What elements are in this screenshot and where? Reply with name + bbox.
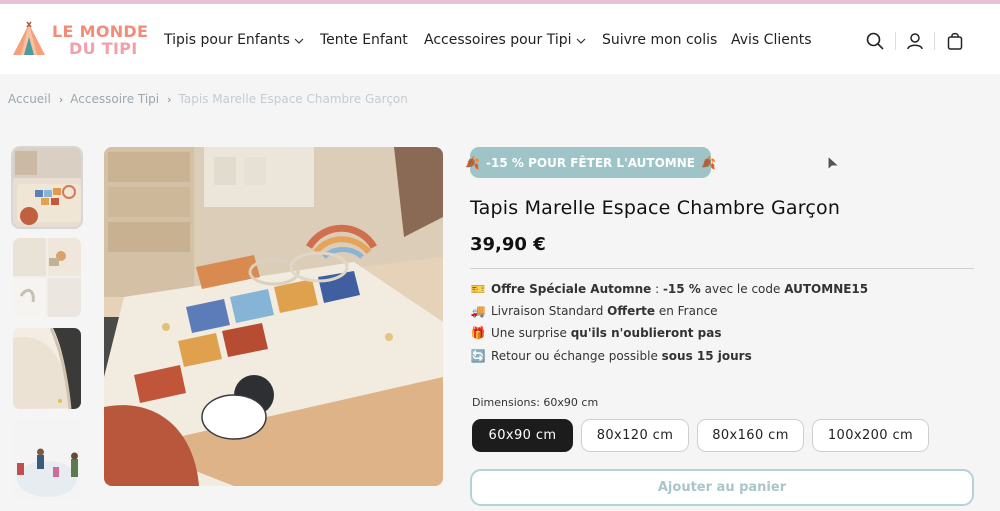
gallery-thumbnail-2[interactable] xyxy=(13,238,81,317)
add-to-cart-button[interactable]: Ajouter au panier xyxy=(470,469,974,506)
nav-label: Tipis pour Enfants xyxy=(164,32,290,48)
product-main-image[interactable] xyxy=(104,147,443,486)
feature-text: Une surprise qu'ils n'oublieront pas xyxy=(491,326,721,340)
breadcrumb-home[interactable]: Accueil xyxy=(8,92,51,106)
mouse-cursor-icon xyxy=(827,155,841,172)
feature-plain: Une surprise xyxy=(491,326,571,340)
truck-icon: 🚚 xyxy=(470,304,486,318)
nav-tente-enfant[interactable]: Tente Enfant xyxy=(320,32,408,48)
breadcrumb-separator-icon: › xyxy=(167,93,172,106)
site-logo[interactable]: LE MONDE DU TIPI xyxy=(10,21,148,61)
nav-accessoires-pour-tipi[interactable]: Accessoires pour Tipi xyxy=(424,32,586,48)
promo-badge: 🍂 -15 % POUR FÊTER L'AUTOMNE 🍂 xyxy=(465,147,716,178)
feature-plain: : xyxy=(651,282,663,296)
site-header: LE MONDE DU TIPI Tipis pour Enfants Tent… xyxy=(0,4,1000,74)
dimensions-label: Dimensions: 60x90 cm xyxy=(472,396,599,409)
breadcrumb: Accueil › Accessoire Tipi › Tapis Marelle Es… xyxy=(8,92,408,106)
breadcrumb-separator-icon: › xyxy=(58,93,64,106)
feature-plain: avec le code xyxy=(700,282,785,296)
feature-bold: -15 % xyxy=(662,282,701,296)
feature-gift: 🎁 Une surprise qu'ils n'oublieront pas xyxy=(470,326,722,340)
feature-text: Offre Spéciale Automne : -15 % avec le c… xyxy=(491,282,868,296)
gallery-thumbnail-1[interactable] xyxy=(11,146,83,229)
feature-text: Retour ou échange possible sous 15 jours xyxy=(491,349,752,363)
feature-plain: Retour ou échange possible xyxy=(491,349,662,363)
feature-free-shipping: 🚚 Livraison Standard Offerte en France xyxy=(470,304,718,318)
feature-bold: sous 15 jours xyxy=(661,349,752,363)
feature-promo-code: 🎫 Offre Spéciale Automne : -15 % avec le… xyxy=(470,282,869,296)
logo-line-1: LE MONDE xyxy=(52,22,149,41)
nav-suivre-mon-colis[interactable]: Suivre mon colis xyxy=(602,32,717,48)
exchange-icon: 🔄 xyxy=(470,349,486,363)
chevron-down-icon xyxy=(294,38,304,44)
nav-label: Tente Enfant xyxy=(320,32,408,48)
gift-icon: 🎁 xyxy=(470,326,486,340)
nav-label: Accessoires pour Tipi xyxy=(424,32,572,48)
dimension-option-60x90[interactable]: 60x90 cm xyxy=(472,419,573,452)
search-icon[interactable] xyxy=(864,30,886,52)
logo-wordmark: LE MONDE DU TIPI xyxy=(52,23,148,57)
ticket-icon: 🎫 xyxy=(470,282,486,296)
dimension-option-80x160[interactable]: 80x160 cm xyxy=(697,419,804,452)
nav-label: Avis Clients xyxy=(731,32,812,48)
feature-plain: Livraison Standard xyxy=(491,304,608,318)
dimension-option-100x200[interactable]: 100x200 cm xyxy=(812,419,929,452)
breadcrumb-category[interactable]: Accessoire Tipi xyxy=(70,92,159,106)
gallery-thumbnail-4[interactable] xyxy=(13,419,81,500)
account-icon[interactable] xyxy=(904,30,926,52)
nav-avis-clients[interactable]: Avis Clients xyxy=(731,32,812,48)
gallery-thumbnail-3[interactable] xyxy=(13,328,81,409)
feature-bold: AUTOMNE15 xyxy=(784,282,869,296)
product-title: Tapis Marelle Espace Chambre Garçon xyxy=(470,197,841,219)
product-price: 39,90 € xyxy=(470,234,546,255)
header-divider xyxy=(934,32,935,50)
feature-bold: Offerte xyxy=(607,304,656,318)
feature-plain: en France xyxy=(655,304,718,318)
autumn-leaf-icon: 🍂 xyxy=(700,155,716,170)
tipi-logo-icon xyxy=(13,21,45,55)
header-divider xyxy=(895,32,896,50)
chevron-down-icon xyxy=(576,38,585,44)
dimension-option-80x120[interactable]: 80x120 cm xyxy=(581,419,689,452)
breadcrumb-current: Tapis Marelle Espace Chambre Garçon xyxy=(178,92,408,106)
feature-bold: Offre Spéciale Automne xyxy=(491,282,652,296)
cart-bag-icon[interactable] xyxy=(944,30,966,52)
nav-label: Suivre mon colis xyxy=(602,32,718,48)
promo-badge-text: -15 % POUR FÊTER L'AUTOMNE xyxy=(486,155,695,170)
autumn-leaf-icon: 🍂 xyxy=(465,155,481,170)
feature-bold: qu'ils n'oublieront pas xyxy=(570,326,722,340)
feature-returns: 🔄 Retour ou échange possible sous 15 jou… xyxy=(470,349,752,363)
logo-line-2: DU TIPI xyxy=(69,39,138,58)
section-divider xyxy=(470,268,974,269)
feature-text: Livraison Standard Offerte en France xyxy=(491,304,718,318)
nav-tipis-pour-enfants[interactable]: Tipis pour Enfants xyxy=(164,32,304,48)
